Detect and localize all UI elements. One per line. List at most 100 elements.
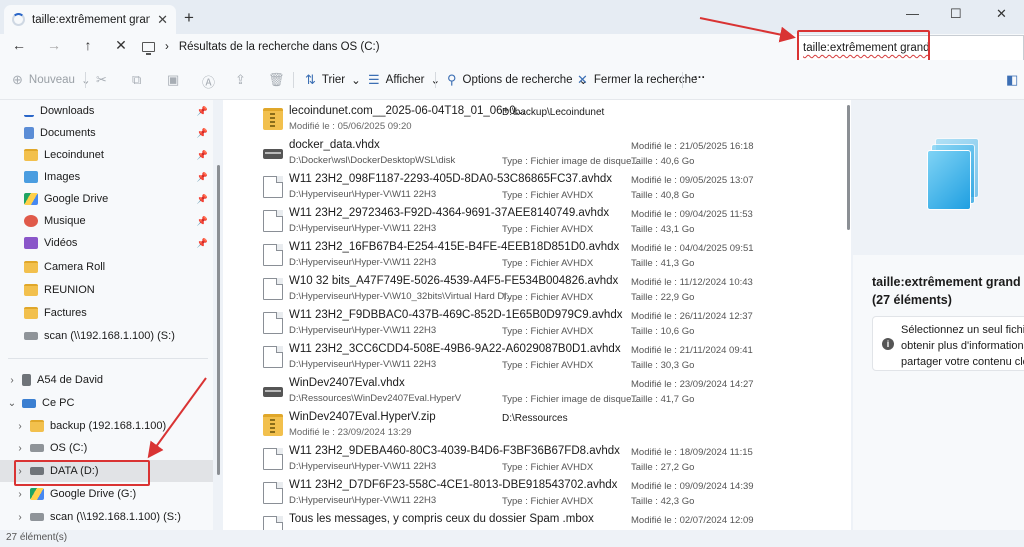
- sidebar-item-downloads[interactable]: Downloads 📌: [0, 100, 213, 122]
- file-modified: Modifié le : 05/06/2025 09:20: [289, 121, 412, 132]
- file-row[interactable]: W11 23H2_F9DBBAC0-437B-469C-852D-1E65B0D…: [223, 306, 843, 340]
- file-row[interactable]: W11 23H2_29723463-F92D-4364-9691-37AEE81…: [223, 204, 843, 238]
- sidebar-item-lecoindunet[interactable]: Lecoindunet 📌: [0, 144, 213, 166]
- sidebar-item-documents[interactable]: Documents 📌: [0, 122, 213, 144]
- file-name: W11 23H2_9DEBA460-80C3-4039-B4D6-F3BF36B…: [289, 445, 620, 457]
- sidebar-item-videos[interactable]: Vidéos 📌: [0, 232, 213, 254]
- file-name: W11 23H2_D7DF6F23-558C-4CE1-8013-DBE9185…: [289, 479, 618, 491]
- sidebar-scrollbar[interactable]: [217, 165, 220, 475]
- file-row[interactable]: W11 23H2_D7DF6F23-558C-4CE1-8013-DBE9185…: [223, 476, 843, 510]
- rename-button[interactable]: Ⓐ: [202, 72, 215, 91]
- sidebar-item-backup[interactable]: › backup (192.168.1.100): [0, 415, 213, 437]
- sidebar-item-scan-s[interactable]: › scan (\\192.168.1.100) (S:): [0, 506, 213, 528]
- file-row[interactable]: W11 23H2_3CC6CDD4-508E-49B6-9A22-A602908…: [223, 340, 843, 374]
- file-name: lecoindunet.com__2025-06-04T18_01_06+0..…: [289, 105, 526, 117]
- file-name: W11 23H2_F9DBBAC0-437B-469C-852D-1E65B0D…: [289, 309, 623, 321]
- network-drive-icon: [24, 332, 38, 340]
- zip-folder-icon: [263, 108, 283, 130]
- file-size: Taille : 41,3 Go: [631, 258, 695, 269]
- pc-icon: [142, 42, 155, 55]
- sidebar-item-camera-roll[interactable]: Camera Roll: [0, 256, 213, 278]
- google-drive-icon: [30, 488, 44, 500]
- delete-button[interactable]: 🗑: [268, 72, 285, 88]
- file-row[interactable]: docker_data.vhdx D:\Docker\wsl\DockerDesk…: [223, 136, 843, 170]
- file-row[interactable]: WinDev2407Eval.vhdx D:\Ressources\WinDev2…: [223, 374, 843, 408]
- file-path: D:\Hyperviseur\Hyper-V\W10_32bits\Virtua…: [289, 291, 515, 302]
- sidebar-item-images[interactable]: Images 📌: [0, 166, 213, 188]
- file-path: D:\Hyperviseur\Hyper-V\W11 22H3: [289, 257, 437, 268]
- new-tab-button[interactable]: +: [184, 8, 194, 28]
- paste-button[interactable]: ▣: [167, 72, 179, 88]
- maximize-button[interactable]: ☐: [950, 6, 962, 22]
- chevron-right-icon: ›: [18, 442, 22, 454]
- file-modified: Modifié le : 21/05/2025 16:18: [631, 141, 754, 152]
- file-modified: Modifié le : 11/12/2024 10:43: [631, 277, 753, 288]
- share-button[interactable]: ⇪: [235, 72, 246, 88]
- chevron-right-icon: ›: [18, 511, 22, 523]
- file-row[interactable]: W10 32 bits_A47F749E-5026-4539-A4F5-FE53…: [223, 272, 843, 306]
- file-type: Type : Fichier AVHDX: [502, 292, 594, 303]
- tab-search-results[interactable]: taille:extrêmement grand - Rés ✕: [4, 5, 176, 34]
- sidebar-item-a54[interactable]: › A54 de David: [0, 369, 213, 391]
- close-search-button[interactable]: ✕ Fermer la recherche: [577, 72, 697, 88]
- info-line: partager votre contenu cloud: [901, 356, 1024, 368]
- back-button[interactable]: ←: [10, 37, 28, 53]
- close-window-button[interactable]: ✕: [996, 6, 1007, 22]
- copy-button[interactable]: ⧉: [132, 72, 141, 88]
- file-name: W11 23H2_3CC6CDD4-508E-49B6-9A22-A602908…: [289, 343, 621, 355]
- sidebar-item-os-c[interactable]: › OS (C:): [0, 437, 213, 459]
- separator: [85, 72, 86, 88]
- file-type: Type : Fichier AVHDX: [502, 360, 594, 371]
- sidebar-item-factures[interactable]: Factures: [0, 302, 213, 324]
- file-row[interactable]: W11 23H2_16FB67B4-E254-415E-B4FE-4EEB18D…: [223, 238, 843, 272]
- file-row[interactable]: W11 23H2_098F1187-2293-405D-8DA0-53C8686…: [223, 170, 843, 204]
- cut-button[interactable]: ✂: [96, 72, 107, 88]
- sidebar-item-label: backup (192.168.1.100): [50, 420, 167, 432]
- forward-button[interactable]: →: [45, 37, 63, 53]
- up-button[interactable]: ↑: [79, 37, 97, 53]
- sidebar-item-scan-quick[interactable]: scan (\\192.168.1.100) (S:): [0, 325, 213, 347]
- file-location: D:\backup\Lecoindunet: [502, 107, 605, 118]
- sort-button[interactable]: ⇅ Trier ⌄: [305, 72, 361, 88]
- status-bar: 27 élément(s): [0, 530, 1024, 547]
- item-count: 27 élément(s): [6, 532, 68, 543]
- more-options-button[interactable]: ···: [694, 72, 706, 84]
- details-pane-toggle[interactable]: ◧: [1006, 72, 1018, 88]
- tab-close-icon[interactable]: ✕: [157, 12, 168, 28]
- file-row[interactable]: W11 23H2_9DEBA460-80C3-4039-B4D6-F3BF36B…: [223, 442, 843, 476]
- file-modified: Modifié le : 09/05/2025 13:07: [631, 175, 754, 186]
- google-drive-icon: [24, 193, 38, 205]
- view-button[interactable]: ☰ Afficher ⌄: [368, 72, 440, 88]
- sidebar-item-label: Google Drive: [44, 193, 109, 205]
- sidebar-item-google-drive-g[interactable]: › Google Drive (G:): [0, 483, 213, 505]
- file-list-scrollbar[interactable]: [847, 105, 850, 230]
- chevron-down-icon: ⌄: [351, 75, 361, 87]
- pin-icon: 📌: [196, 149, 208, 160]
- sort-label: Trier: [321, 74, 346, 86]
- sidebar-item-musique[interactable]: Musique 📌: [0, 210, 213, 232]
- details-pane: taille:extrêmement grand (27 éléments) i…: [853, 100, 1024, 530]
- chevron-right-icon: ›: [10, 374, 14, 386]
- file-row[interactable]: WinDev2407Eval.HyperV.zip Modifié le : 23…: [223, 408, 843, 442]
- search-input[interactable]: taille:extrêmement grand: [797, 35, 1024, 61]
- new-button[interactable]: ⊕ Nouveau ⌄: [12, 72, 91, 88]
- disk-image-icon: [263, 387, 283, 397]
- sidebar-item-label: Musique: [44, 215, 86, 227]
- sidebar-item-ce-pc[interactable]: ⌄ Ce PC: [0, 392, 213, 414]
- file-name: WinDev2407Eval.HyperV.zip: [289, 411, 436, 423]
- file-path: D:\Docker\wsl\DockerDesktopWSL\disk: [289, 155, 456, 166]
- file-modified: Modifié le : 04/04/2025 09:51: [631, 243, 754, 254]
- file-row[interactable]: lecoindunet.com__2025-06-04T18_01_06+0..…: [223, 102, 843, 136]
- sidebar-item-google-drive[interactable]: Google Drive 📌: [0, 188, 213, 210]
- pin-icon: 📌: [196, 171, 208, 182]
- minimize-button[interactable]: —: [906, 6, 919, 21]
- stop-button[interactable]: ✕: [112, 37, 130, 54]
- file-path: D:\Hyperviseur\Hyper-V\W11 22H3: [289, 325, 437, 336]
- zip-folder-icon: [263, 414, 283, 436]
- files-stack-icon: [927, 150, 971, 210]
- breadcrumb[interactable]: › Résultats de la recherche dans OS (C:): [142, 36, 782, 58]
- sidebar-item-reunion[interactable]: REUNION: [0, 279, 213, 301]
- search-options-button[interactable]: ⚲ Options de recherche ⌄: [447, 72, 588, 88]
- file-size: Taille : 40,6 Go: [631, 156, 695, 167]
- separator: [682, 72, 683, 88]
